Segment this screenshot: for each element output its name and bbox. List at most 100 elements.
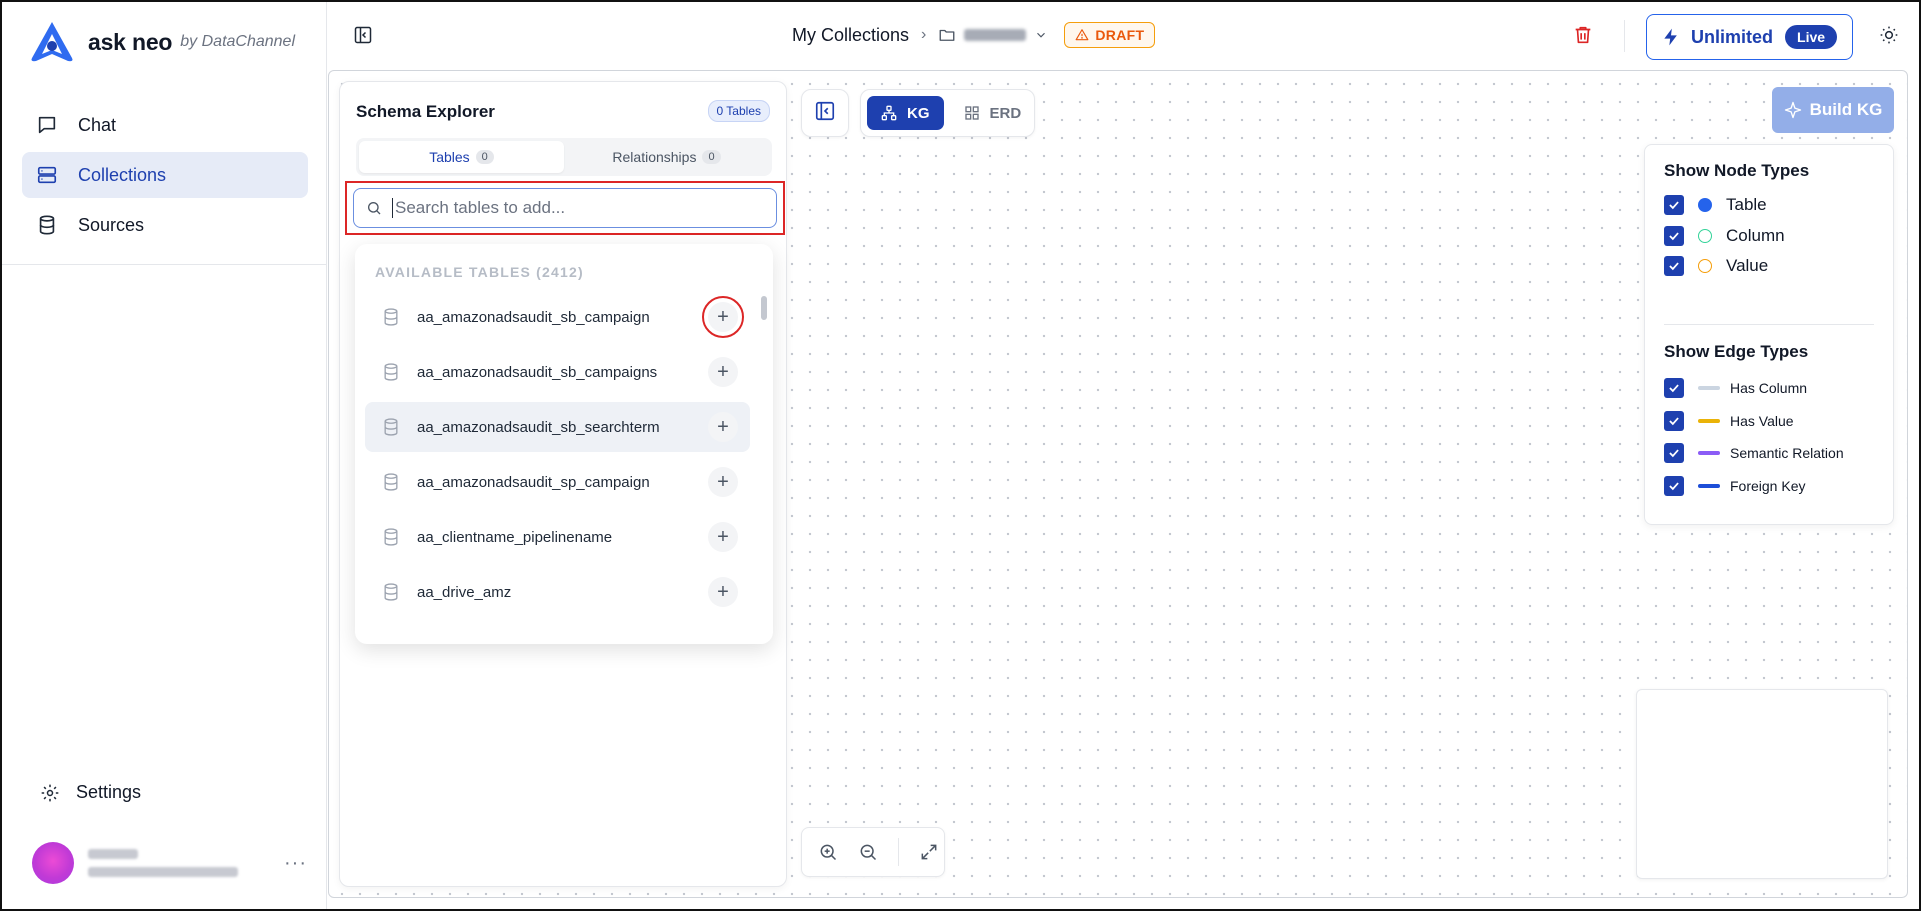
sidebar-toggle-icon[interactable] <box>353 25 373 45</box>
breadcrumb-my-collections[interactable]: My Collections <box>792 25 909 46</box>
add-table-button[interactable]: + <box>708 467 738 497</box>
unlimited-plan-button[interactable]: Unlimited Live <box>1646 14 1853 60</box>
settings-label: Settings <box>76 782 142 802</box>
panel-collapse-button[interactable] <box>801 89 849 137</box>
sidebar-divider <box>2 264 327 265</box>
brand-name: ask neo <box>88 28 173 55</box>
table-list-item[interactable]: aa_amazonadsaudit_sb_searchterm + <box>365 402 750 452</box>
node-types-title: Show Node Types <box>1664 161 1810 180</box>
fit-view-expand-icon[interactable] <box>919 842 939 862</box>
checkbox-checked-icon[interactable] <box>1664 195 1684 215</box>
erd-grid-icon <box>964 105 980 121</box>
ask-neo-logo-icon <box>31 22 73 62</box>
legend-label: Table <box>1726 195 1767 214</box>
tab-tables[interactable]: Tables 0 <box>359 141 564 173</box>
collection-name-redacted[interactable] <box>964 29 1027 41</box>
legend-label: Column <box>1726 226 1785 245</box>
sidebar-item-label: Collections <box>78 164 167 185</box>
table-name: aa_drive_amz <box>417 583 512 601</box>
table-name: aa_clientname_pipelinename <box>417 528 613 546</box>
panel-collapse-icon <box>814 100 836 127</box>
brand-tagline: by DataChannel <box>180 33 296 50</box>
dropdown-scrollbar[interactable] <box>761 296 767 320</box>
search-field[interactable] <box>353 188 777 228</box>
legend-node-value[interactable]: Value <box>1664 256 1768 276</box>
theme-toggle-sun-icon[interactable] <box>1879 25 1899 45</box>
schema-explorer-title: Schema Explorer <box>356 102 495 121</box>
table-name: aa_amazonadsaudit_sb_searchterm <box>417 418 660 436</box>
checkbox-checked-icon[interactable] <box>1664 256 1684 276</box>
tab-relationships[interactable]: Relationships 0 <box>564 141 769 173</box>
trash-icon[interactable] <box>1572 24 1594 46</box>
lightning-icon <box>1661 27 1681 47</box>
legend-label: Foreign Key <box>1730 478 1806 494</box>
table-name: aa_amazonadsaudit_sb_campaigns <box>417 363 658 381</box>
sidebar-item-label: Chat <box>78 114 117 135</box>
legend-label: Value <box>1726 256 1769 275</box>
add-table-button[interactable]: + <box>708 522 738 552</box>
checkbox-checked-icon[interactable] <box>1664 443 1684 463</box>
database-icon <box>36 214 58 236</box>
add-table-button[interactable]: + <box>708 412 738 442</box>
checkbox-checked-icon[interactable] <box>1664 476 1684 496</box>
sidebar-item-chat[interactable]: Chat <box>22 102 308 148</box>
search-highlight-box <box>345 181 785 235</box>
view-kg-button[interactable]: KG <box>867 96 944 130</box>
sidebar-item-settings[interactable]: Settings <box>40 782 141 803</box>
add-table-button[interactable]: + <box>708 577 738 607</box>
folder-icon <box>938 26 956 44</box>
legend-label: Has Value <box>1730 413 1794 429</box>
table-list-item[interactable]: aa_amazonadsaudit_sb_campaign + <box>365 292 750 342</box>
tab-count-badge: 0 <box>702 150 721 164</box>
zoom-in-icon[interactable] <box>818 842 838 862</box>
add-table-button[interactable]: + <box>708 302 738 332</box>
view-kg-label: KG <box>907 104 930 122</box>
tables-list: aa_amazonadsaudit_sb_campaign + aa_amazo… <box>365 292 750 622</box>
table-node-dot-icon <box>1698 198 1712 212</box>
legend-node-table[interactable]: Table <box>1664 195 1767 215</box>
build-kg-button[interactable]: Build KG <box>1772 87 1894 133</box>
user-profile[interactable]: ··· <box>32 838 307 888</box>
graph-workspace: Schema Explorer 0 Tables Tables 0 Relati… <box>328 70 1908 898</box>
column-node-dot-icon <box>1698 229 1712 243</box>
gear-icon <box>40 783 60 803</box>
add-table-button[interactable]: + <box>708 357 738 387</box>
graph-minimap[interactable] <box>1636 689 1888 879</box>
unlimited-label: Unlimited <box>1691 26 1774 47</box>
avatar <box>32 842 74 884</box>
search-input[interactable] <box>392 198 752 218</box>
sidebar-nav: Chat Collections Sources <box>22 102 308 252</box>
live-badge: Live <box>1785 25 1838 49</box>
schema-explorer-panel: Schema Explorer 0 Tables Tables 0 Relati… <box>339 81 787 887</box>
sidebar-item-collections[interactable]: Collections <box>22 152 308 198</box>
database-icon <box>381 417 401 437</box>
table-list-item[interactable]: aa_drive_amz + <box>365 567 750 617</box>
table-list-item[interactable]: aa_amazonadsaudit_sb_campaigns + <box>365 347 750 397</box>
checkbox-checked-icon[interactable] <box>1664 411 1684 431</box>
edge-line-icon <box>1698 484 1720 488</box>
zoom-out-icon[interactable] <box>858 842 878 862</box>
table-list-item[interactable]: aa_amazonadsaudit_sp_campaign + <box>365 457 750 507</box>
edge-line-icon <box>1698 419 1720 423</box>
legend-edge-has-value[interactable]: Has Value <box>1664 411 1794 431</box>
legend-node-column[interactable]: Column <box>1664 226 1785 246</box>
edge-types-title: Show Edge Types <box>1664 342 1809 361</box>
legend-edge-foreign-key[interactable]: Foreign Key <box>1664 476 1805 496</box>
legend-edge-has-column[interactable]: Has Column <box>1664 378 1807 398</box>
checkbox-checked-icon[interactable] <box>1664 378 1684 398</box>
checkbox-checked-icon[interactable] <box>1664 226 1684 246</box>
legend-edge-semantic-relation[interactable]: Semantic Relation <box>1664 443 1844 463</box>
draft-badge: DRAFT <box>1064 22 1156 48</box>
view-erd-label: ERD <box>989 104 1022 122</box>
brand-logo[interactable]: ask neo by DataChannel <box>28 20 295 64</box>
table-list-item[interactable]: aa_clientname_pipelinename + <box>365 512 750 562</box>
sidebar-item-sources[interactable]: Sources <box>22 202 308 248</box>
available-tables-dropdown: AVAILABLE TABLES (2412) aa_amazonadsaudi… <box>355 244 773 644</box>
database-icon <box>381 362 401 382</box>
explorer-tabs: Tables 0 Relationships 0 <box>356 138 772 176</box>
warning-icon <box>1075 28 1089 42</box>
view-erd-button[interactable]: ERD <box>950 96 1036 130</box>
chevron-down-icon[interactable] <box>1034 28 1048 42</box>
more-options-button[interactable]: ··· <box>284 852 307 875</box>
sidebar-item-label: Sources <box>78 214 145 235</box>
